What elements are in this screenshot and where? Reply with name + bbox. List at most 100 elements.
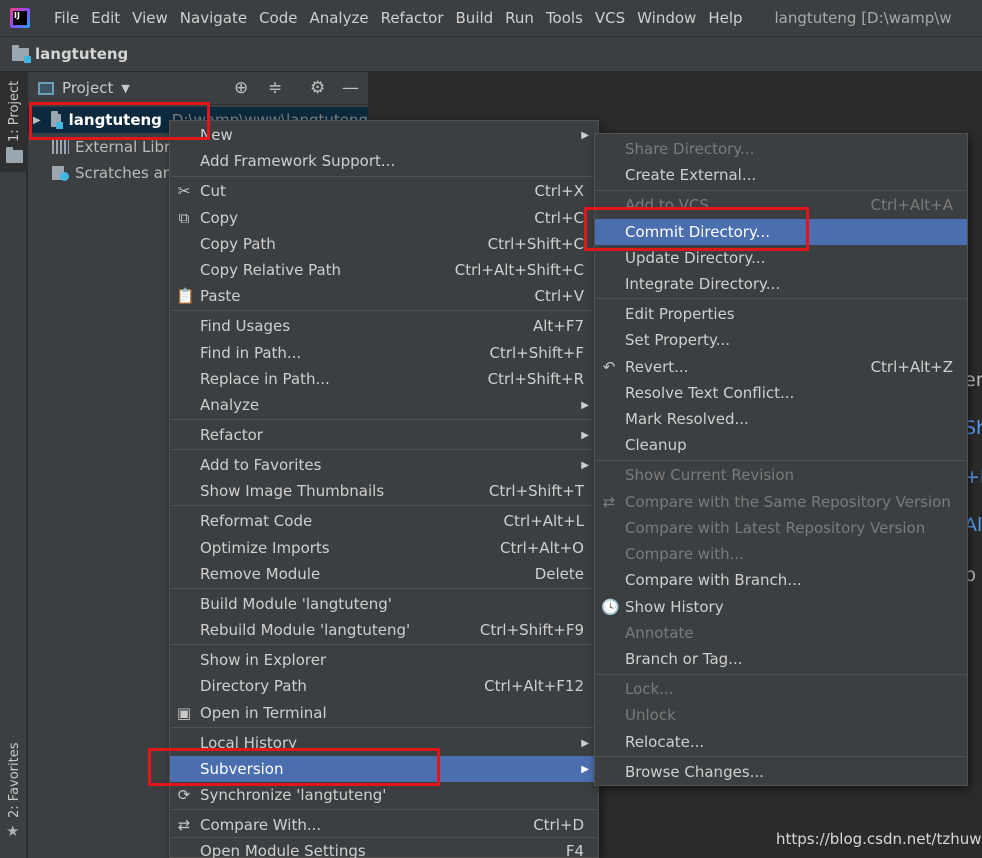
menu-item-branch-or-tag[interactable]: Branch or Tag... [595, 646, 967, 672]
menu-edit[interactable]: Edit [85, 0, 126, 37]
menu-item-label: Compare with Branch... [625, 571, 802, 589]
collapse-all-icon[interactable]: ≑ [268, 78, 282, 98]
menu-item-label: Replace in Path... [200, 370, 330, 388]
menu-item-label: Cut [200, 182, 226, 200]
menu-item-open-in-terminal[interactable]: ▣ Open in Terminal [170, 700, 598, 726]
menu-item-set-property[interactable]: Set Property... [595, 327, 967, 353]
menu-item-rebuild-module-langtuteng[interactable]: Rebuild Module 'langtuteng' Ctrl+Shift+F9 [170, 617, 598, 643]
menu-item-integrate-directory[interactable]: Integrate Directory... [595, 271, 967, 297]
left-tool-stripe: 1: Project 2: Favorites ★ [0, 72, 27, 858]
menu-run[interactable]: Run [499, 0, 540, 37]
breadcrumb-project[interactable]: langtuteng [35, 45, 128, 63]
menu-item-compare-with[interactable]: Compare with... [595, 541, 967, 567]
menu-item-add-to-favorites[interactable]: Add to Favorites ▶ [170, 452, 598, 478]
menu-item-replace-in-path[interactable]: Replace in Path... Ctrl+Shift+R [170, 366, 598, 392]
menu-help[interactable]: Help [702, 0, 748, 37]
menu-item-remove-module[interactable]: Remove Module Delete [170, 561, 598, 587]
menu-item-label: Refactor [200, 426, 263, 444]
menu-item-label: Copy Relative Path [200, 261, 342, 279]
menu-tools[interactable]: Tools [540, 0, 589, 37]
menu-item-label: Compare with Latest Repository Version [625, 519, 926, 537]
menu-item-unlock[interactable]: Unlock [595, 702, 967, 728]
submenu-arrow-icon: ▶ [581, 763, 589, 775]
menu-item-show-image-thumbnails[interactable]: Show Image Thumbnails Ctrl+Shift+T [170, 478, 598, 504]
gear-icon[interactable]: ⚙ [310, 78, 325, 98]
menu-item-shortcut: Ctrl+Alt+L [503, 512, 585, 530]
menu-item-label: Add Framework Support... [200, 152, 396, 170]
menu-separator [171, 727, 597, 728]
menu-analyze[interactable]: Analyze [303, 0, 374, 37]
menu-item-compare-with-latest-repository-version[interactable]: Compare with Latest Repository Version [595, 515, 967, 541]
menu-navigate[interactable]: Navigate [174, 0, 253, 37]
menu-item-analyze[interactable]: Analyze ▶ [170, 392, 598, 418]
menu-item-copy-path[interactable]: Copy Path Ctrl+Shift+C [170, 231, 598, 257]
module-folder-icon [12, 44, 31, 63]
menu-item-add-framework-support[interactable]: Add Framework Support... [170, 148, 598, 174]
menu-item-label: Update Directory... [625, 249, 766, 267]
menu-view[interactable]: View [126, 0, 174, 37]
menu-item-label: Rebuild Module 'langtuteng' [200, 621, 411, 639]
menu-item-resolve-text-conflict[interactable]: Resolve Text Conflict... [595, 380, 967, 406]
menu-refactor[interactable]: Refactor [375, 0, 450, 37]
menu-item-mark-resolved[interactable]: Mark Resolved... [595, 406, 967, 432]
menu-item-label: Share Directory... [625, 140, 755, 158]
menu-item-find-in-path[interactable]: Find in Path... Ctrl+Shift+F [170, 340, 598, 366]
menu-item-compare-with-branch[interactable]: Compare with Branch... [595, 567, 967, 593]
menu-item-icon: ▣ [176, 704, 192, 722]
menu-item-label: Add to Favorites [200, 456, 322, 474]
menu-build[interactable]: Build [450, 0, 500, 37]
menu-item-new[interactable]: New ▶ [170, 122, 598, 148]
menu-item-compare-with-the-same-repository-version[interactable]: ⇄ Compare with the Same Repository Versio… [595, 489, 967, 515]
menu-item-show-current-revision[interactable]: Show Current Revision [595, 462, 967, 488]
menu-item-optimize-imports[interactable]: Optimize Imports Ctrl+Alt+O [170, 535, 598, 561]
menu-item-edit-properties[interactable]: Edit Properties [595, 301, 967, 327]
menu-item-annotate[interactable]: Annotate [595, 620, 967, 646]
menu-item-shortcut: Ctrl+X [534, 182, 584, 200]
menu-item-build-module-langtuteng[interactable]: Build Module 'langtuteng' [170, 591, 598, 617]
tree-item-scratches[interactable]: Scratches and [52, 160, 182, 186]
menu-item-label: Copy [200, 209, 239, 227]
locate-target-icon[interactable]: ⊕ [234, 78, 248, 98]
menu-item-share-directory[interactable]: Share Directory... [595, 136, 967, 162]
menu-item-lock[interactable]: Lock... [595, 676, 967, 702]
menu-item-icon: ↶ [602, 358, 616, 376]
menu-item-refactor[interactable]: Refactor ▶ [170, 422, 598, 448]
menu-code[interactable]: Code [253, 0, 303, 37]
menu-item-relocate[interactable]: Relocate... [595, 729, 967, 755]
menu-item-compare-with[interactable]: ⇄ Compare With... Ctrl+D [170, 812, 598, 838]
menu-item-reformat-code[interactable]: Reformat Code Ctrl+Alt+L [170, 508, 598, 534]
menu-item-icon: ⇄ [602, 493, 616, 511]
window-title: langtuteng [D:\wamp\w [774, 9, 952, 27]
project-view-selector[interactable]: Project [62, 79, 113, 97]
favorites-tab-label: 2: Favorites [7, 742, 22, 818]
submenu-arrow-icon: ▶ [581, 129, 589, 141]
minimize-icon[interactable]: — [342, 78, 359, 98]
menu-file[interactable]: File [48, 0, 85, 37]
menu-item-label: Build Module 'langtuteng' [200, 595, 392, 613]
menu-item-show-history[interactable]: 🕓 Show History [595, 594, 967, 620]
menu-window[interactable]: Window [631, 0, 702, 37]
submenu-arrow-icon: ▶ [581, 737, 589, 749]
menu-item-copy-relative-path[interactable]: Copy Relative Path Ctrl+Alt+Shift+C [170, 257, 598, 283]
menu-item-label: Analyze [200, 396, 260, 414]
menu-item-label: Mark Resolved... [625, 410, 749, 428]
menu-item-browse-changes[interactable]: Browse Changes... [595, 759, 967, 785]
menu-item-create-external[interactable]: Create External... [595, 162, 967, 188]
menu-item-cleanup[interactable]: Cleanup [595, 432, 967, 458]
menu-item-open-module-settings[interactable]: Open Module Settings F4 [170, 838, 598, 858]
menu-item-cut[interactable]: ✂ Cut Ctrl+X [170, 178, 598, 204]
menu-item-copy[interactable]: ⧉ Copy Ctrl+C [170, 205, 598, 231]
project-tool-tab[interactable]: 1: Project [0, 72, 27, 172]
scratches-label: Scratches and [75, 164, 182, 182]
menu-item-find-usages[interactable]: Find Usages Alt+F7 [170, 313, 598, 339]
menu-item-icon: 📋 [176, 287, 195, 305]
menu-item-label: Show History [625, 598, 724, 616]
menu-item-directory-path[interactable]: Directory Path Ctrl+Alt+F12 [170, 673, 598, 699]
menu-item-show-in-explorer[interactable]: Show in Explorer [170, 647, 598, 673]
menu-item-shortcut: Ctrl+Shift+R [487, 370, 584, 388]
menu-item-label: Optimize Imports [200, 539, 330, 557]
menu-vcs[interactable]: VCS [589, 0, 631, 37]
chevron-down-icon[interactable]: ▼ [121, 82, 129, 95]
menu-item-paste[interactable]: 📋 Paste Ctrl+V [170, 283, 598, 309]
menu-item-revert[interactable]: ↶ Revert... Ctrl+Alt+Z [595, 354, 967, 380]
